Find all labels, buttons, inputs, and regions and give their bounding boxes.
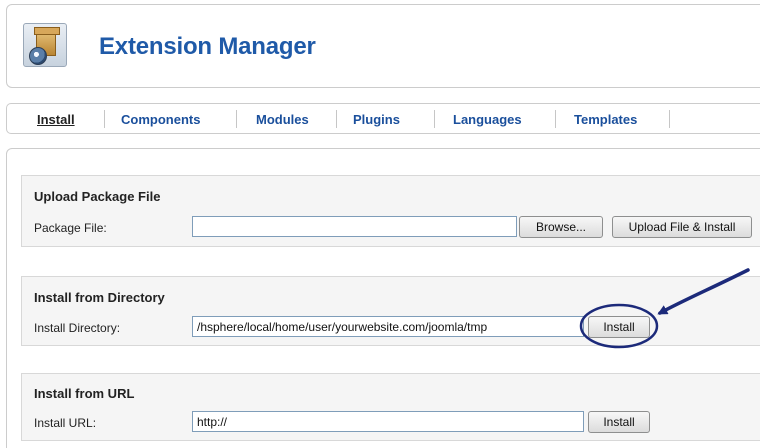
tab-components[interactable]: Components [121,112,200,127]
install-directory-button[interactable]: Install [588,316,650,338]
tab-templates[interactable]: Templates [574,112,637,127]
browse-button[interactable]: Browse... [519,216,603,238]
tab-plugins[interactable]: Plugins [353,112,400,127]
tab-separator [669,110,670,128]
upload-package-section: Upload Package File Package File: Browse… [21,175,760,247]
page-title: Extension Manager [99,33,316,60]
upload-install-button[interactable]: Upload File & Install [612,216,752,238]
directory-section-title: Install from Directory [34,290,165,305]
install-url-section: Install from URL Install URL: Install [21,373,760,441]
install-directory-section: Install from Directory Install Directory… [21,276,760,346]
install-url-button[interactable]: Install [588,411,650,433]
tab-separator [434,110,435,128]
install-url-label: Install URL: [34,416,97,430]
tab-languages[interactable]: Languages [453,112,522,127]
url-section-title: Install from URL [34,386,135,401]
extension-box-icon [23,23,67,67]
package-file-input[interactable] [192,216,517,237]
tab-modules[interactable]: Modules [256,112,309,127]
upload-section-title: Upload Package File [34,189,161,204]
tab-separator [336,110,337,128]
tab-bar: Install Components Modules Plugins Langu… [6,103,760,134]
package-file-label: Package File: [34,221,107,235]
install-directory-label: Install Directory: [34,321,121,335]
tab-install[interactable]: Install [37,112,75,127]
header-panel: Extension Manager [6,4,760,88]
tab-separator [104,110,105,128]
install-url-input[interactable] [192,411,584,432]
install-directory-input[interactable] [192,316,584,337]
install-panel: Upload Package File Package File: Browse… [6,148,760,448]
tab-separator [236,110,237,128]
tab-separator [555,110,556,128]
